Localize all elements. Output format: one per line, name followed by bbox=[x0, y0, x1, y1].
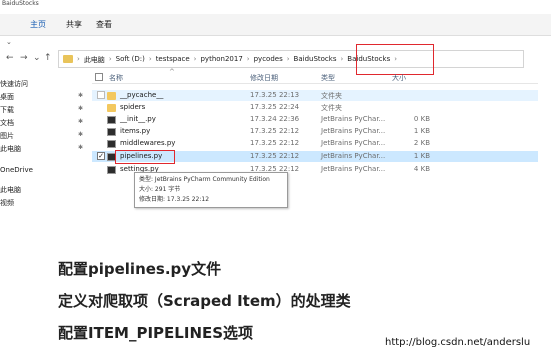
file-date: 17.3.25 22:12 bbox=[250, 152, 300, 160]
note-configure-item-pipelines: 配置ITEM_PIPELINES选项 bbox=[58, 324, 254, 342]
tab-view[interactable]: 查看 bbox=[96, 19, 112, 30]
breadcrumb-separator: › bbox=[193, 55, 197, 63]
breadcrumb-separator: › bbox=[148, 55, 152, 63]
sidebar-item-pictures[interactable]: 图片 bbox=[0, 131, 14, 141]
recent-dropdown-icon[interactable]: ⌄ bbox=[33, 53, 41, 63]
breadcrumb-soft-drive[interactable]: Soft (D:) bbox=[116, 55, 145, 65]
breadcrumb: › 此电脑 › Soft (D:) › testspace › python20… bbox=[77, 55, 401, 65]
file-date: 17.3.24 22:36 bbox=[250, 115, 300, 123]
column-header-type[interactable]: 类型 bbox=[321, 73, 335, 83]
breadcrumb-testspace[interactable]: testspace bbox=[156, 55, 190, 65]
file-type: JetBrains PyChar... bbox=[321, 152, 386, 160]
breadcrumb-separator: › bbox=[340, 55, 344, 63]
file-explorer-window: BaiduStocks 主页 共享 查看 ⌄ ← → ⌄ ↑ › 此电脑 › S… bbox=[0, 0, 551, 214]
file-type: JetBrains PyChar... bbox=[321, 165, 386, 173]
pin-icon: ✱ bbox=[78, 105, 84, 112]
file-tooltip: 类型: JetBrains PyCharm Community Edition … bbox=[134, 172, 288, 208]
tab-home[interactable]: 主页 bbox=[30, 19, 46, 30]
file-type: JetBrains PyChar... bbox=[321, 115, 386, 123]
sidebar-item-this-pc-pinned[interactable]: 此电脑 bbox=[0, 144, 21, 154]
breadcrumb-python2017[interactable]: python2017 bbox=[200, 55, 242, 65]
tooltip-type: 类型: JetBrains PyCharm Community Edition bbox=[139, 176, 270, 183]
folder-icon bbox=[63, 55, 73, 63]
sidebar-item-this-pc[interactable]: 此电脑 bbox=[0, 185, 21, 195]
file-date: 17.3.25 22:13 bbox=[250, 91, 300, 99]
address-bar[interactable]: › 此电脑 › Soft (D:) › testspace › python20… bbox=[58, 50, 524, 68]
sidebar-item-desktop[interactable]: 桌面 bbox=[0, 92, 14, 102]
tooltip-date: 修改日期: 17.3.25 22:12 bbox=[139, 196, 210, 203]
sort-ascending-icon: ^ bbox=[169, 68, 175, 76]
file-size: 1 KB bbox=[413, 152, 430, 160]
chevron-down-icon[interactable]: ⌄ bbox=[6, 38, 12, 46]
select-all-checkbox[interactable] bbox=[95, 73, 103, 81]
sidebar-item-quick-access[interactable]: 快速访问 bbox=[0, 79, 28, 89]
column-header-name[interactable]: 名称 bbox=[109, 73, 123, 83]
navigation-bar: ← → ⌄ ↑ › 此电脑 › Soft (D:) › testspace › … bbox=[0, 48, 551, 70]
forward-arrow-icon[interactable]: → bbox=[20, 53, 28, 63]
column-header-size[interactable]: 大小 bbox=[392, 73, 406, 83]
sidebar-item-downloads[interactable]: 下载 bbox=[0, 105, 14, 115]
pin-icon: ✱ bbox=[78, 144, 84, 151]
sidebar-item-videos[interactable]: 视频 bbox=[0, 198, 14, 208]
file-row-spiders[interactable]: spiders 17.3.25 22:24 文件夹 bbox=[92, 102, 538, 113]
file-size: 0 KB bbox=[413, 115, 430, 123]
file-name: items.py bbox=[120, 127, 151, 135]
file-type: 文件夹 bbox=[321, 104, 342, 112]
breadcrumb-baidustocks-parent[interactable]: BaiduStocks bbox=[294, 55, 337, 65]
back-arrow-icon[interactable]: ← bbox=[6, 53, 14, 63]
row-checkbox[interactable] bbox=[97, 91, 105, 99]
note-define-processing-class: 定义对爬取项（Scraped Item）的处理类 bbox=[58, 292, 351, 310]
file-row-pycache[interactable]: __pycache__ 17.3.25 22:13 文件夹 bbox=[92, 90, 538, 101]
tab-share[interactable]: 共享 bbox=[66, 19, 82, 30]
file-list-header: ^ 名称 修改日期 类型 大小 bbox=[92, 68, 538, 84]
pipelines-highlight-box bbox=[115, 150, 175, 164]
breadcrumb-separator: › bbox=[246, 55, 250, 63]
folder-icon bbox=[107, 104, 116, 112]
pin-icon: ✱ bbox=[78, 92, 84, 99]
file-row-items[interactable]: items.py 17.3.25 22:12 JetBrains PyChar.… bbox=[92, 126, 538, 137]
blog-url: http://blog.csdn.net/anderslu bbox=[385, 337, 531, 348]
pin-icon: ✱ bbox=[78, 118, 84, 125]
sidebar-item-onedrive[interactable]: OneDrive bbox=[0, 166, 33, 174]
python-file-icon bbox=[107, 116, 116, 124]
file-name: spiders bbox=[120, 103, 146, 111]
file-date: 17.3.25 22:12 bbox=[250, 127, 300, 135]
file-type: JetBrains PyChar... bbox=[321, 127, 386, 135]
window-title: BaiduStocks bbox=[2, 0, 39, 7]
pin-icon: ✱ bbox=[78, 131, 84, 138]
python-file-icon bbox=[107, 140, 116, 148]
up-arrow-icon[interactable]: ↑ bbox=[44, 53, 52, 63]
column-header-date[interactable]: 修改日期 bbox=[250, 73, 278, 83]
file-row-init[interactable]: __init__.py 17.3.24 22:36 JetBrains PyCh… bbox=[92, 114, 538, 125]
file-type: 文件夹 bbox=[321, 92, 342, 100]
file-size: 2 KB bbox=[413, 139, 430, 147]
note-configure-pipelines: 配置pipelines.py文件 bbox=[58, 260, 222, 278]
file-date: 17.3.25 22:24 bbox=[250, 103, 300, 111]
breadcrumb-pycodes[interactable]: pycodes bbox=[254, 55, 283, 65]
navigation-pane: 快速访问 桌面 ✱ 下载 ✱ 文档 ✱ 图片 ✱ 此电脑 ✱ OneDrive … bbox=[0, 76, 90, 214]
breadcrumb-this-pc[interactable]: 此电脑 bbox=[84, 55, 105, 65]
file-size: 1 KB bbox=[413, 127, 430, 135]
file-row-middlewares[interactable]: middlewares.py 17.3.25 22:12 JetBrains P… bbox=[92, 138, 538, 149]
breadcrumb-separator: › bbox=[77, 55, 80, 63]
tooltip-size: 大小: 291 字节 bbox=[139, 186, 181, 193]
python-file-icon bbox=[107, 128, 116, 136]
ribbon-tabs: 主页 共享 查看 bbox=[0, 14, 551, 36]
breadcrumb-separator: › bbox=[108, 55, 112, 63]
file-name: __init__.py bbox=[120, 115, 156, 123]
file-date: 17.3.25 22:12 bbox=[250, 139, 300, 147]
file-type: JetBrains PyChar... bbox=[321, 139, 386, 147]
file-name: __pycache__ bbox=[120, 91, 164, 99]
sidebar-item-documents[interactable]: 文档 bbox=[0, 118, 14, 128]
file-name: middlewares.py bbox=[120, 139, 176, 147]
folder-icon bbox=[107, 92, 116, 100]
breadcrumb-separator: › bbox=[286, 55, 290, 63]
row-checkbox-checked[interactable]: ✓ bbox=[97, 152, 105, 160]
file-size: 4 KB bbox=[413, 165, 430, 173]
python-file-icon bbox=[107, 166, 116, 174]
